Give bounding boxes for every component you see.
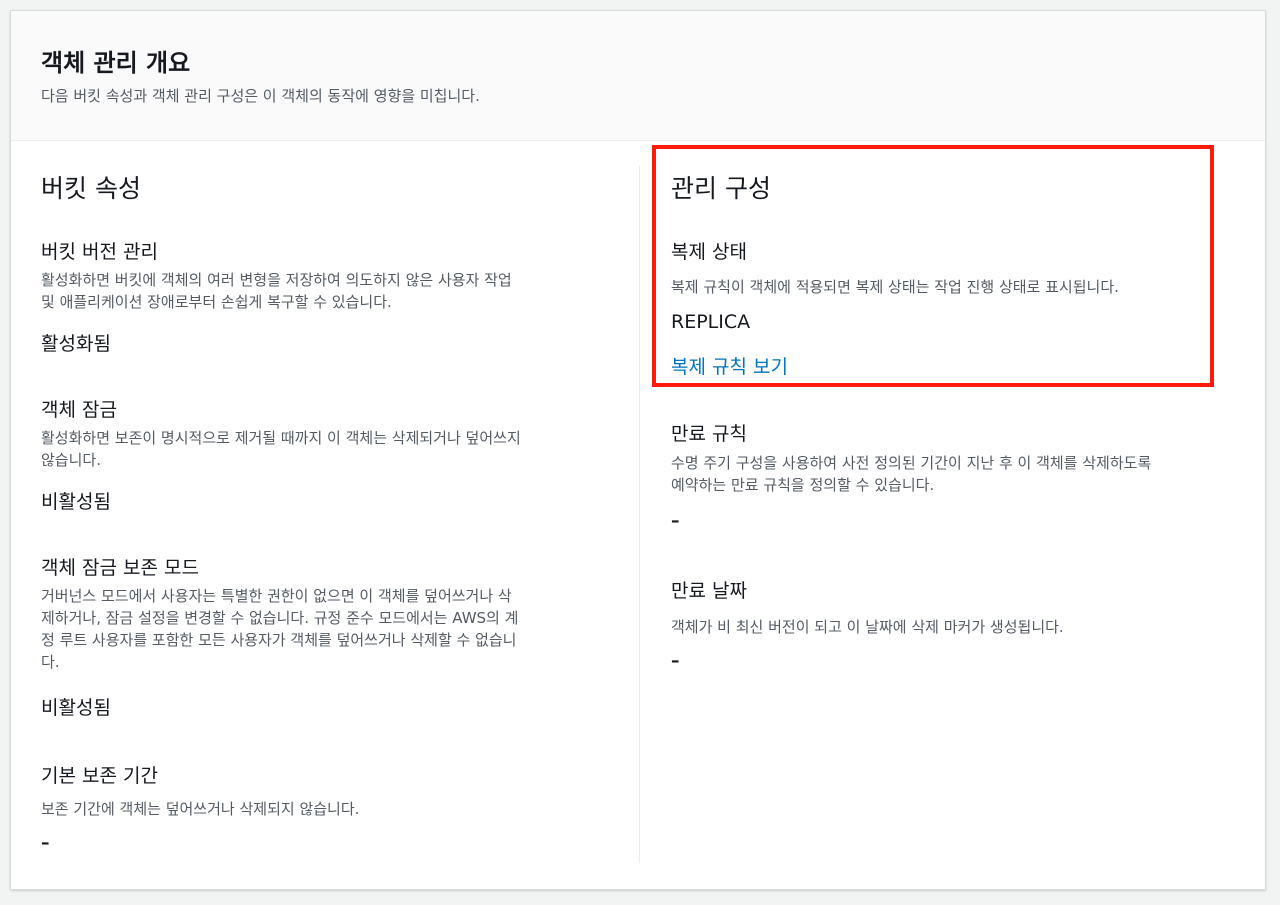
bucket-versioning-desc-line: 활성화하면 버킷에 객체의 여러 변형을 저장하여 의도하지 않은 사용자 작업 xyxy=(41,271,512,289)
bucket-versioning-value: 활성화됨 xyxy=(41,333,111,355)
expiration-rule-description: 수명 주기 구성을 사용하여 사전 정의된 기간이 지난 후 이 객체를 삭제하… xyxy=(671,452,1151,496)
lock-retention-desc-line: 다. xyxy=(41,653,60,671)
expiration-date-description: 객체가 비 최신 버전이 되고 이 날짜에 삭제 마커가 생성됩니다. xyxy=(671,618,1064,636)
expiration-rule-label: 만료 규칙 xyxy=(671,423,747,445)
default-retention-desc-line: 보존 기간에 객체는 덮어쓰거나 삭제되지 않습니다. xyxy=(41,800,360,818)
object-management-overview-panel: 객체 관리 개요 다음 버킷 속성과 객체 관리 구성은 이 객체의 동작에 영… xyxy=(10,10,1266,890)
default-retention-label: 기본 보존 기간 xyxy=(41,765,158,787)
lock-retention-mode-description: 거버넌스 모드에서 사용자는 특별한 권한이 없으면 이 객체를 덮어쓰거나 삭… xyxy=(41,585,518,673)
lock-retention-mode-label: 객체 잠금 보존 모드 xyxy=(41,557,199,579)
expiration-rule-value: – xyxy=(671,511,680,531)
replication-highlight-box xyxy=(652,145,1214,387)
panel-header: 객체 관리 개요 다음 버킷 속성과 객체 관리 구성은 이 객체의 동작에 영… xyxy=(11,11,1265,141)
object-lock-label: 객체 잠금 xyxy=(41,399,117,421)
object-lock-desc-line: 활성화하면 보존이 명시적으로 제거될 때까지 이 객체는 삭제되거나 덮어쓰지 xyxy=(41,429,521,447)
default-retention-description: 보존 기간에 객체는 덮어쓰거나 삭제되지 않습니다. xyxy=(41,798,359,820)
object-lock-value: 비활성됨 xyxy=(41,491,111,513)
bucket-versioning-description: 활성화하면 버킷에 객체의 여러 변형을 저장하여 의도하지 않은 사용자 작업… xyxy=(41,269,512,313)
expiration-date-label: 만료 날짜 xyxy=(671,580,747,602)
object-lock-description: 활성화하면 보존이 명시적으로 제거될 때까지 이 객체는 삭제되거나 덮어쓰지… xyxy=(41,427,521,471)
lock-retention-desc-line: 제하거나, 잠금 설정을 변경할 수 없습니다. 규정 준수 모드에서는 AWS… xyxy=(41,609,519,627)
bucket-versioning-desc-line: 및 애플리케이션 장애로부터 손쉽게 복구할 수 있습니다. xyxy=(41,293,392,311)
expiration-date-value: – xyxy=(671,651,680,671)
bucket-properties-title: 버킷 속성 xyxy=(41,174,141,203)
lock-retention-mode-value: 비활성됨 xyxy=(41,697,111,719)
lock-retention-desc-line: 정 루트 사용자를 포함한 모든 사용자가 객체를 덮어쓰거나 삭제할 수 없습… xyxy=(41,631,517,649)
default-retention-value: – xyxy=(41,833,50,853)
panel-title: 객체 관리 개요 xyxy=(41,49,191,77)
expiration-rule-desc-line: 수명 주기 구성을 사용하여 사전 정의된 기간이 지난 후 이 객체를 삭제하… xyxy=(671,454,1152,472)
object-lock-desc-line: 않습니다. xyxy=(41,451,101,469)
lock-retention-desc-line: 거버넌스 모드에서 사용자는 특별한 권한이 없으면 이 객체를 덮어쓰거나 삭 xyxy=(41,587,512,605)
column-divider xyxy=(639,166,640,863)
panel-description: 다음 버킷 속성과 객체 관리 구성은 이 객체의 동작에 영향을 미칩니다. xyxy=(41,87,480,105)
expiration-rule-desc-line: 예약하는 만료 규칙을 정의할 수 있습니다. xyxy=(671,476,935,494)
bucket-versioning-label: 버킷 버전 관리 xyxy=(41,241,158,263)
